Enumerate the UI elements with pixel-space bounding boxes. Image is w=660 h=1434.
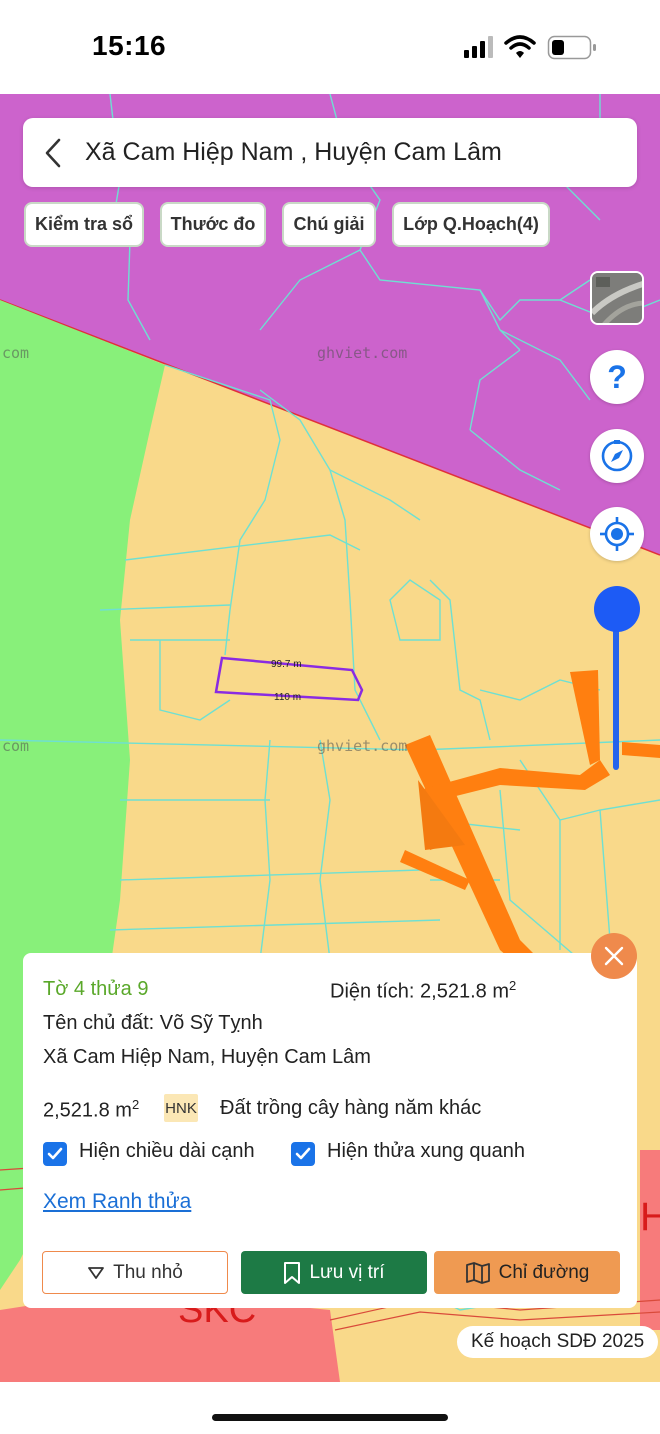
parcel-number: Tờ 4 thửa 9: [43, 978, 149, 1000]
locate-button[interactable]: [590, 507, 644, 561]
satellite-layer-toggle[interactable]: [590, 271, 644, 325]
land-use-code-badge: HNK: [164, 1094, 198, 1122]
home-bar-area: [0, 1382, 660, 1434]
parcel-address: Xã Cam Hiệp Nam, Huyện Cam Lâm: [43, 1046, 371, 1068]
checkmark-icon: [47, 1147, 63, 1160]
wifi-icon: [504, 35, 536, 58]
status-icons: [464, 35, 596, 60]
watermark: com: [2, 344, 30, 362]
status-bar: 15:16: [0, 0, 660, 94]
save-location-label: Lưu vị trí: [309, 1261, 385, 1283]
view-boundary-link[interactable]: Xem Ranh thửa: [43, 1190, 191, 1214]
signal-icon: [464, 36, 493, 58]
planning-layer-button[interactable]: Lớp Q.Hoạch(4): [392, 202, 550, 247]
measure-top: 99.7 m: [271, 659, 302, 670]
check-certificate-button[interactable]: Kiểm tra sổ: [24, 202, 144, 247]
show-edge-length-checkbox[interactable]: [43, 1142, 67, 1166]
show-edge-length-label[interactable]: Hiện chiều dài cạnh: [79, 1140, 255, 1163]
directions-button[interactable]: Chỉ đường: [434, 1251, 620, 1294]
zoom-slider-handle[interactable]: [594, 586, 640, 632]
close-panel-button[interactable]: [591, 933, 637, 979]
legend-button[interactable]: Chú giải: [282, 202, 376, 247]
measure-bottom: 110 m: [274, 692, 301, 703]
ruler-button[interactable]: Thước đo: [160, 202, 266, 247]
back-arrow-icon[interactable]: [23, 118, 83, 187]
land-use-area: 2,521.8 m2: [43, 1097, 140, 1122]
collapse-button-label: Thu nhỏ: [113, 1261, 183, 1283]
save-location-button[interactable]: Lưu vị trí: [241, 1251, 427, 1294]
watermark: ghviet.com: [317, 344, 408, 362]
compass-button[interactable]: [590, 429, 644, 483]
zone-label-right: H: [640, 1195, 660, 1239]
satellite-thumb-icon: [592, 273, 642, 323]
search-bar[interactable]: Xã Cam Hiệp Nam , Huyện Cam Lâm: [23, 118, 637, 187]
plan-year-label[interactable]: Kế hoạch SDĐ 2025: [457, 1326, 659, 1358]
zoom-slider-track[interactable]: [613, 610, 619, 770]
watermark: com: [2, 737, 30, 755]
locate-icon: [600, 517, 634, 551]
directions-label: Chỉ đường: [498, 1261, 590, 1283]
location-title: Xã Cam Hiệp Nam , Huyện Cam Lâm: [85, 138, 502, 166]
checkmark-icon: [295, 1147, 311, 1160]
show-neighbors-checkbox[interactable]: [291, 1142, 315, 1166]
watermark: ghviet.com: [317, 737, 408, 755]
battery-icon: [547, 35, 596, 60]
help-icon: ?: [607, 359, 627, 395]
triangle-down-icon: [88, 1266, 105, 1279]
compass-icon: [601, 440, 633, 472]
help-button[interactable]: ?: [590, 350, 644, 404]
land-use-description: Đất trồng cây hàng năm khác: [220, 1097, 482, 1119]
status-time: 15:16: [92, 30, 167, 61]
app-screen: 15:16 99.7 m 110 m SKC H ghviet.com com …: [0, 0, 660, 1434]
close-icon: [604, 946, 624, 966]
collapse-button[interactable]: Thu nhỏ: [42, 1251, 228, 1294]
map-icon: [465, 1261, 490, 1284]
home-indicator[interactable]: [212, 1414, 448, 1421]
show-neighbors-label[interactable]: Hiện thửa xung quanh: [327, 1140, 525, 1163]
parcel-area: Diện tích: 2,521.8 m2: [330, 978, 517, 1003]
bookmark-icon: [284, 1261, 301, 1284]
owner-name: Tên chủ đất: Võ Sỹ Tỵnh: [43, 1012, 263, 1034]
